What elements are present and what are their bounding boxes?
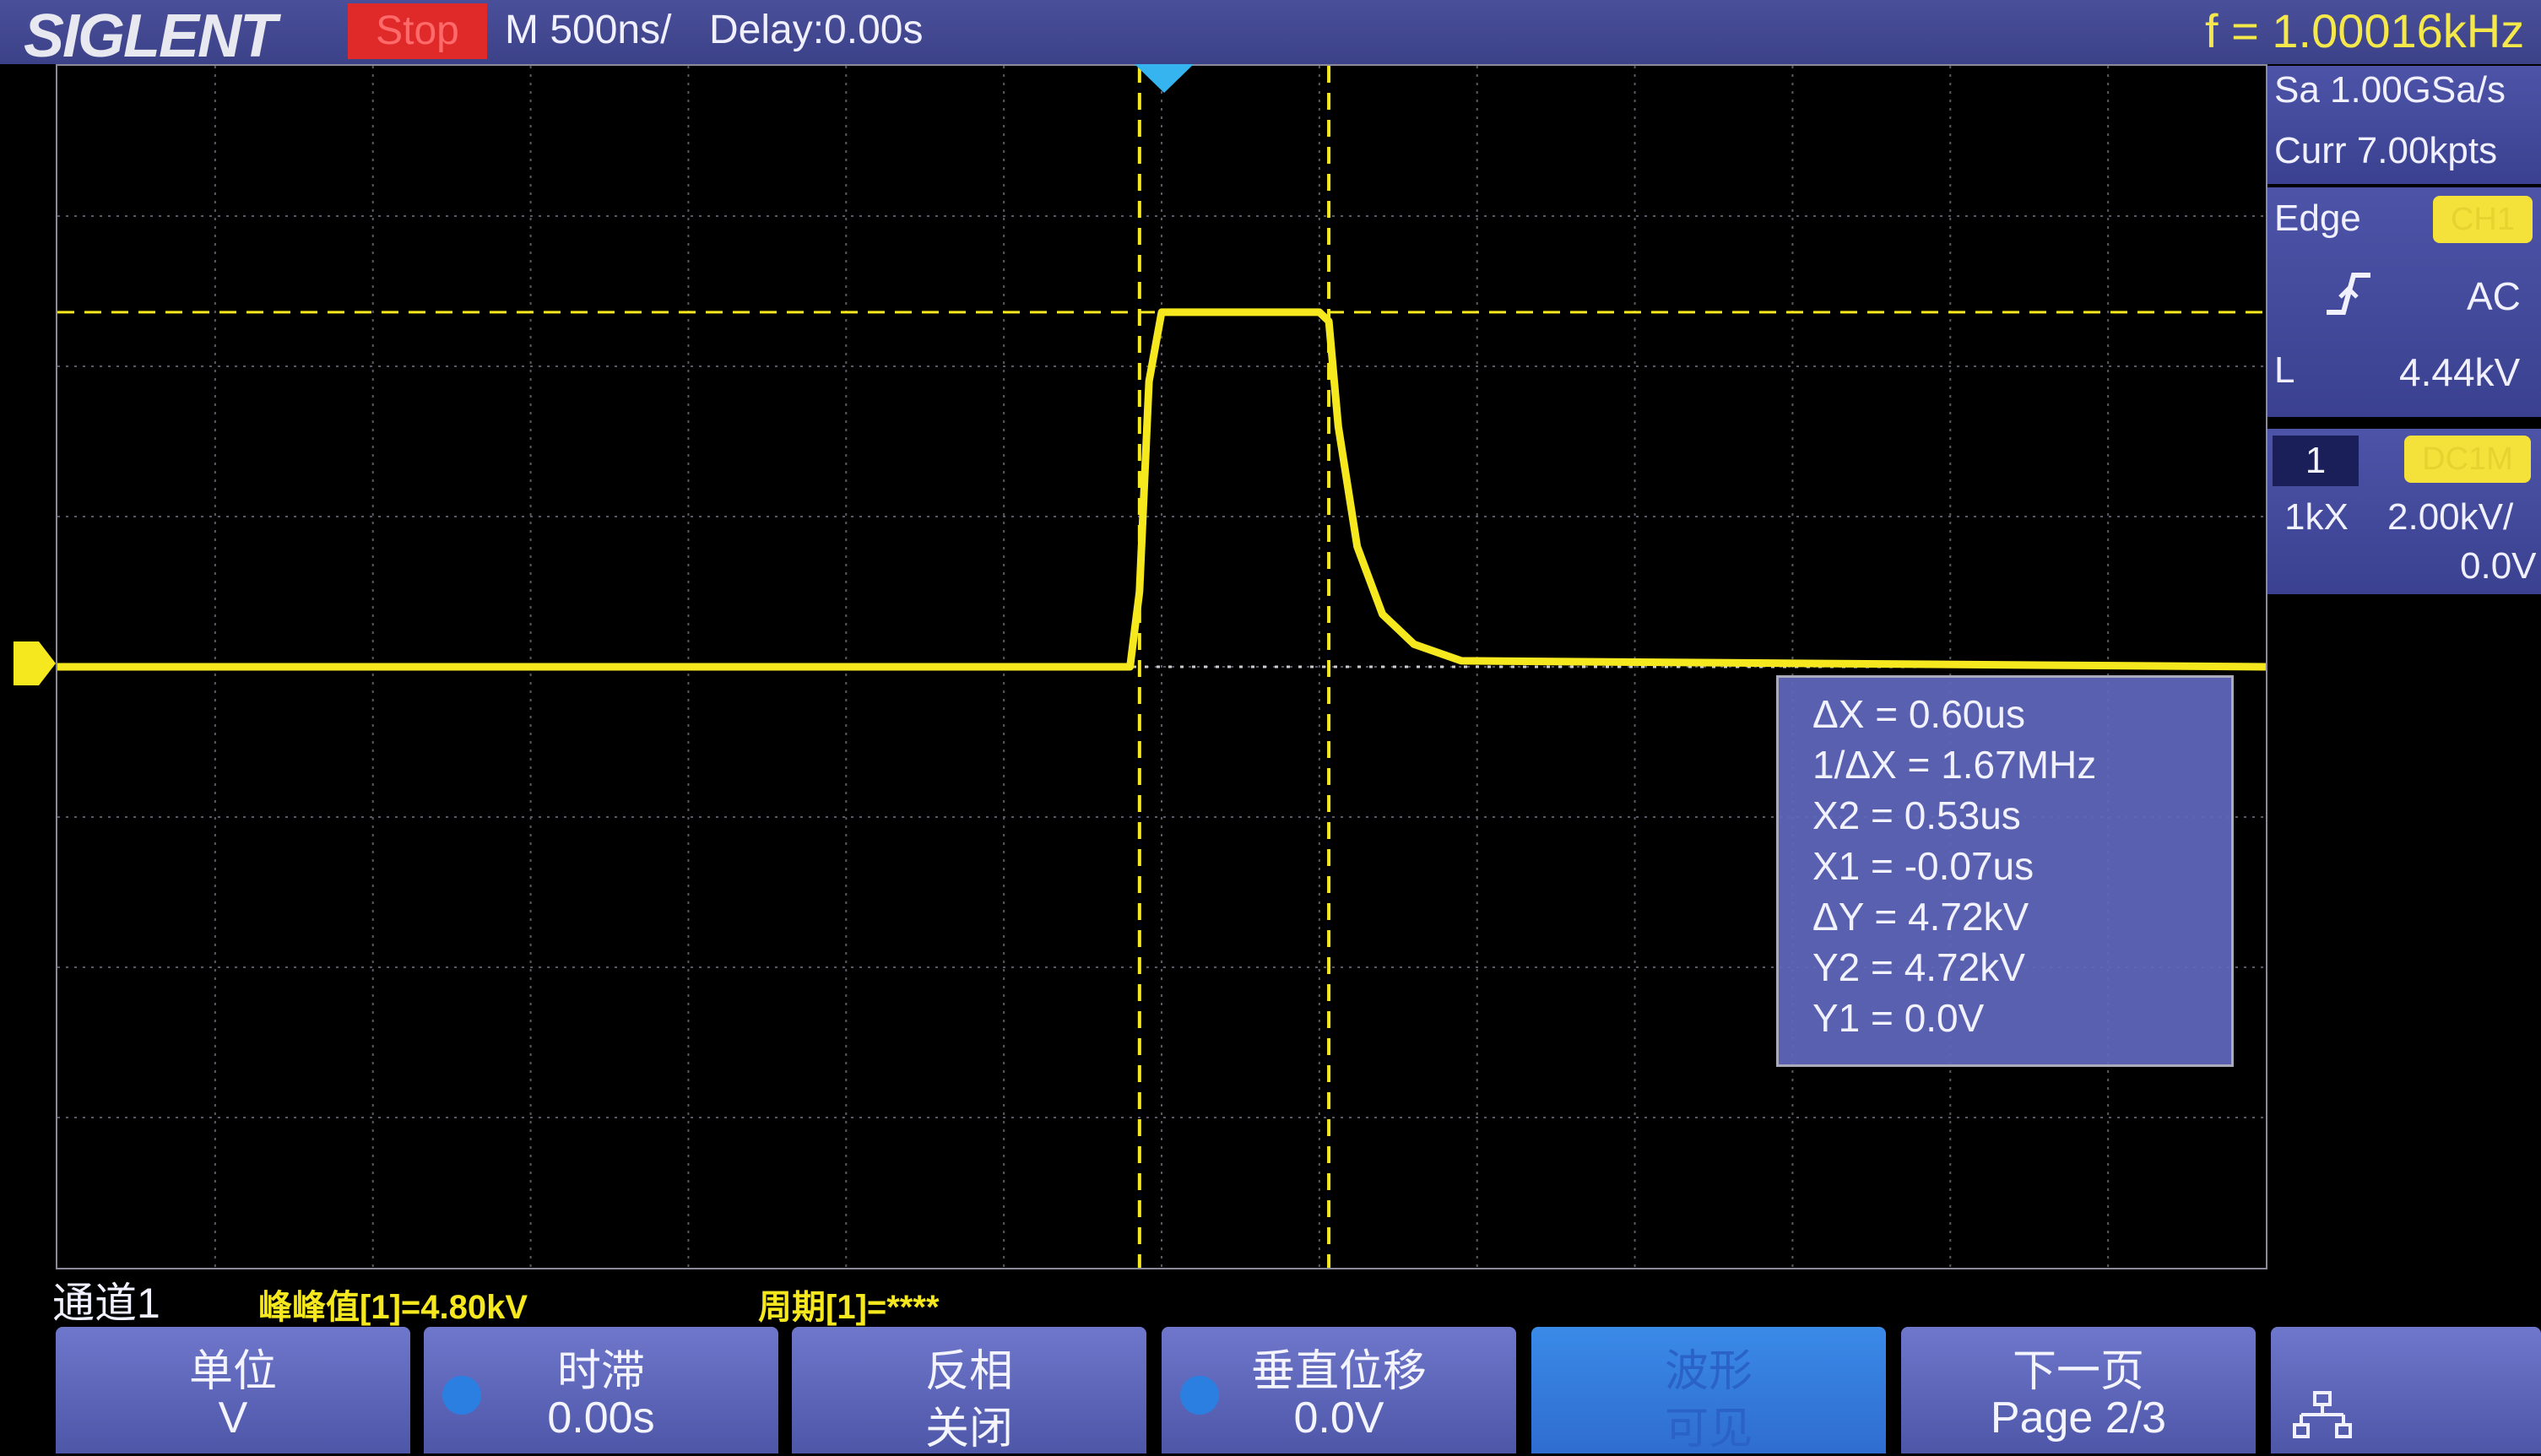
softkey-unit-title: 单位 [188,1347,277,1396]
trigger-source-badge: CH1 [2433,196,2533,243]
softkey-vertical-offset-title: 垂直位移 [1250,1347,1427,1396]
frequency-counter: f = 1.00016kHz [2205,4,2525,57]
memory-depth: Curr 7.00kpts [2274,130,2498,171]
cursor-x2: X2 = 0.53us [1812,793,2021,837]
menu-channel-label: 通道1 [52,1280,160,1327]
softkey-invert-title: 反相 [924,1347,1013,1396]
channel1-panel[interactable]: 1 DC1M 1kX 2.00kV/ 0.0V [2267,429,2541,594]
network-icon [2293,1391,2352,1438]
softkey-skew-title: 时滞 [556,1347,645,1396]
trigger-position-marker[interactable] [1135,64,1194,93]
softkey-vertical-offset-value: 0.0V [1293,1394,1384,1442]
trigger-level: 4.44kV [2399,350,2521,394]
cursor-y2: Y2 = 4.72kV [1812,945,2025,989]
softkey-next-page-title: 下一页 [2012,1347,2144,1396]
softkey-waveform-title: 波形 [1664,1347,1753,1396]
softkey-next-page[interactable]: 下一页 Page 2/3 [1901,1327,2256,1453]
waveform-plot [57,66,2266,1268]
sample-rate: Sa 1.00GSa/s [2274,69,2506,111]
softkey-invert-value: 关闭 [924,1405,1013,1453]
measurement-peak-to-peak: 峰峰值[1]=4.80kV [258,1289,528,1326]
timebase-readout: M 500ns/ [505,8,672,52]
softkey-invert[interactable]: 反相 关闭 [792,1327,1146,1453]
probe-attenuation: 1kX [2284,496,2349,538]
measurement-period: 周期[1]=**** [758,1289,940,1326]
channel-number: 1 [2273,436,2359,486]
delay-readout: Delay:0.00s [709,8,924,52]
softkey-next-page-value: Page 2/3 [1990,1394,2167,1442]
cursor-delta-x: ΔX = 0.60us [1812,692,2025,736]
trigger-type: Edge [2274,198,2361,239]
rising-edge-icon [2323,268,2374,319]
run-stop-indicator[interactable]: Stop [348,3,487,59]
softkey-waveform-value: 可见 [1664,1405,1753,1453]
softkey-waveform-visible[interactable]: 波形 可见 [1531,1327,1886,1453]
cursor-inverse-delta-x: 1/ΔX = 1.67MHz [1812,743,2097,787]
softkey-unit-value: V [218,1394,248,1442]
cursor-delta-y: ΔY = 4.72kV [1812,895,2029,939]
cursor-y1: Y1 = 0.0V [1812,996,1985,1040]
trigger-coupling: AC [2467,274,2521,318]
softkey-unit[interactable]: 单位 V [56,1327,410,1453]
softkey-vertical-offset[interactable]: 垂直位移 0.0V [1162,1327,1516,1453]
trigger-panel[interactable]: Edge CH1 AC L 4.44kV [2267,187,2541,417]
cursor-readout-box: ΔX = 0.60us 1/ΔX = 1.67MHz X2 = 0.53us X… [1776,675,2234,1067]
vertical-scale: 2.00kV/ [2387,496,2514,538]
softkey-skew[interactable]: 时滞 0.00s [424,1327,778,1453]
softkey-skew-value: 0.00s [547,1394,655,1442]
network-status-area [2271,1327,2541,1453]
channel1-ground-marker[interactable] [14,641,56,685]
cursor-x1: X1 = -0.07us [1812,844,2034,888]
brand-logo: SIGLENT [24,3,277,70]
vertical-offset: 0.0V [2460,545,2537,587]
trigger-level-label: L [2274,349,2295,391]
channel-coupling-badge: DC1M [2404,436,2531,483]
waveform-display[interactable] [56,64,2267,1269]
acquisition-panel: Sa 1.00GSa/s Curr 7.00kpts [2267,66,2541,184]
